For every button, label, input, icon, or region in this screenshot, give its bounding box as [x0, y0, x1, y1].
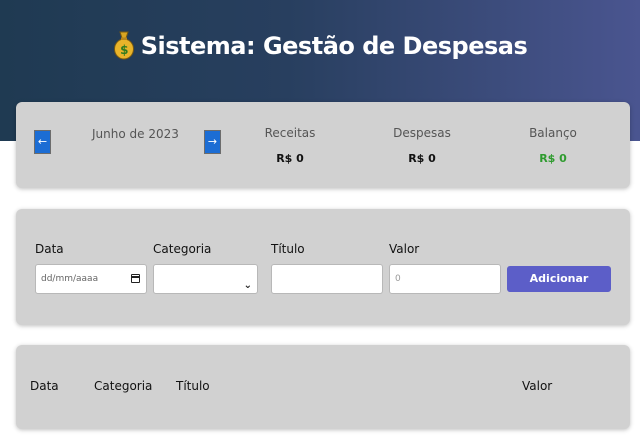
- column-header-valor: Valor: [522, 379, 553, 393]
- date-placeholder: dd/mm/aaaa: [41, 274, 99, 284]
- calendar-icon[interactable]: [131, 274, 140, 283]
- title-input[interactable]: [271, 264, 383, 294]
- money-bag-icon: $: [113, 31, 134, 60]
- input-form-card: Data Categoria Título Valor dd/mm/aaaa ⌄…: [16, 209, 630, 325]
- stat-value: R$ 0: [276, 152, 304, 165]
- stat-balanco: Balanço R$ 0: [493, 126, 613, 165]
- info-card: ← Junho de 2023 → Receitas R$ 0 Despesas…: [16, 102, 630, 188]
- column-header-titulo: Título: [176, 379, 210, 393]
- arrow-left-icon: ←: [37, 135, 48, 148]
- column-header-categoria: Categoria: [94, 379, 153, 393]
- stat-label: Receitas: [264, 126, 316, 140]
- stat-label: Balanço: [529, 126, 577, 140]
- add-button[interactable]: Adicionar: [507, 266, 611, 292]
- expenses-table: Data Categoria Título Valor: [16, 345, 630, 429]
- valor-label: Valor: [389, 242, 420, 256]
- next-month-button[interactable]: →: [204, 130, 221, 154]
- current-month: Junho de 2023: [92, 127, 179, 141]
- titulo-label: Título: [271, 242, 305, 256]
- categoria-label: Categoria: [153, 242, 212, 256]
- category-select[interactable]: ⌄: [153, 264, 258, 294]
- svg-text:$: $: [120, 43, 128, 57]
- chevron-down-icon: ⌄: [243, 280, 252, 291]
- page-title: $ Sistema: Gestão de Despesas: [0, 30, 640, 60]
- stat-receitas: Receitas R$ 0: [230, 126, 350, 165]
- value-input[interactable]: 0: [389, 264, 501, 294]
- data-label: Data: [35, 242, 64, 256]
- stat-value: R$ 0: [408, 152, 436, 165]
- arrow-right-icon: →: [207, 135, 218, 148]
- page-title-text: Sistema: Gestão de Despesas: [140, 32, 528, 60]
- stat-value: R$ 0: [539, 152, 567, 165]
- prev-month-button[interactable]: ←: [34, 130, 51, 154]
- stat-despesas: Despesas R$ 0: [362, 126, 482, 165]
- date-input[interactable]: dd/mm/aaaa: [35, 264, 147, 294]
- value-value: 0: [395, 274, 401, 284]
- column-header-data: Data: [30, 379, 59, 393]
- stat-label: Despesas: [393, 126, 451, 140]
